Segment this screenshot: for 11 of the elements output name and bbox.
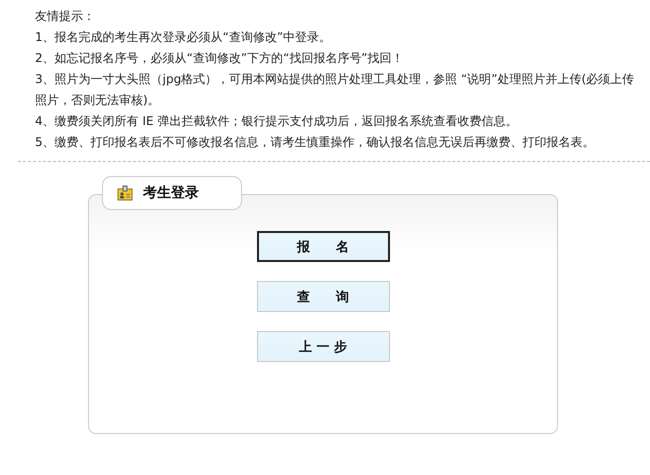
notice-item: 1、报名完成的考生再次登录必须从“查询修改”中登录。: [35, 29, 332, 46]
login-option-button[interactable]: 查 询: [256, 281, 390, 312]
notice-item: 2、如忘记报名序号，必须从“查询修改”下方的“找回报名序号”找回！: [35, 50, 405, 67]
notice-title: 友情提示：: [35, 8, 96, 25]
login-option-button[interactable]: 报 名: [256, 231, 390, 262]
notice-item: 5、缴费、打印报名表后不可修改报名信息，请考生慎重操作，确认报名信息无误后再缴费、打印报名表。: [35, 134, 596, 151]
panel-title: 考生登录: [143, 184, 199, 202]
login-option-button[interactable]: 上 一 步: [256, 331, 390, 362]
id-card-icon: [117, 185, 133, 201]
notice-item: 4、缴费须关闭所有 IE 弹出拦截软件；银行提示支付成功后，返回报名系统查看收费信息。: [35, 113, 518, 130]
notice-item: 3、照片为一寸大头照（jpg格式），可用本网站提供的照片处理工具处理，参照 “说明”处理照片并上传(必须上传照片，否则无法审核)。: [35, 71, 635, 109]
